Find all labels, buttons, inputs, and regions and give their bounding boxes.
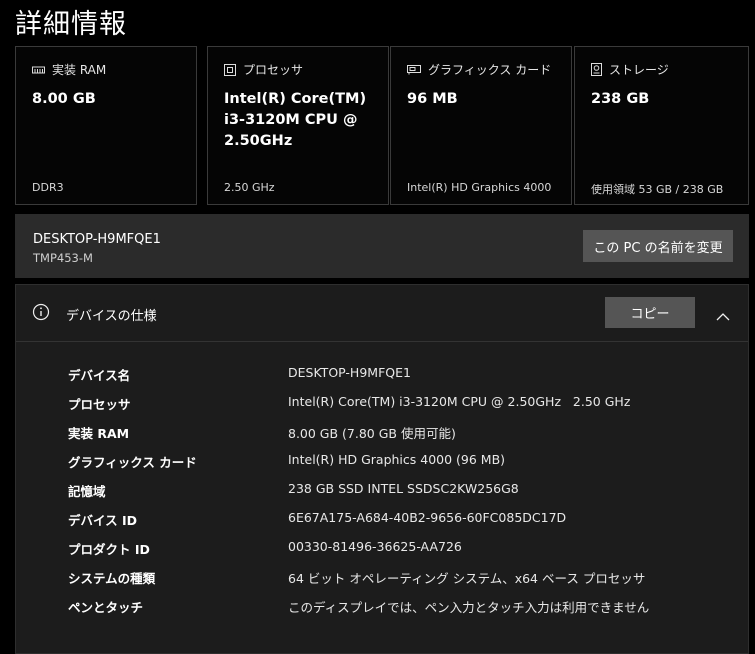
- cpu-icon: [224, 63, 236, 76]
- graphics-card-icon: [407, 64, 421, 75]
- spec-row-graphics: グラフィックス カード Intel(R) HD Graphics 4000 (9…: [16, 448, 748, 477]
- info-icon: [32, 303, 50, 325]
- spec-row-device-id: デバイス ID 6E67A175-A684-40B2-9656-60FC085D…: [16, 506, 748, 535]
- spec-key: グラフィックス カード: [68, 455, 197, 470]
- card-ram-value: 8.00 GB: [32, 91, 96, 107]
- spec-value: 64 ビット オペレーティング システム、x64 ベース プロセッサ: [288, 571, 646, 586]
- pc-model: TMP453-M: [33, 251, 93, 265]
- spec-key: デバイス ID: [68, 513, 138, 528]
- memory-icon: [32, 65, 45, 75]
- spec-rows: デバイス名 DESKTOP-H9MFQE1 プロセッサ Intel(R) Cor…: [16, 361, 748, 622]
- spec-key: ペンとタッチ: [68, 600, 144, 615]
- spec-key: システムの種類: [68, 571, 156, 586]
- card-storage-header: ストレージ: [591, 61, 669, 78]
- chevron-up-icon[interactable]: [716, 306, 730, 325]
- spec-value: このディスプレイでは、ペン入力とタッチ入力は利用できません: [288, 600, 650, 615]
- spec-key: 記憶域: [68, 484, 106, 499]
- device-specs-header[interactable]: デバイスの仕様 コピー: [16, 285, 748, 342]
- card-ram-label: 実装 RAM: [52, 63, 107, 77]
- copy-button[interactable]: コピー: [605, 297, 695, 328]
- card-storage-label: ストレージ: [609, 63, 669, 77]
- storage-icon: [591, 63, 602, 76]
- spec-value: 6E67A175-A684-40B2-9656-60FC085DC17D: [288, 510, 567, 525]
- card-ram-footer: DDR3: [32, 181, 64, 194]
- spec-key: 実装 RAM: [68, 426, 130, 441]
- card-ram-header: 実装 RAM: [32, 61, 106, 78]
- card-graphics-label: グラフィックス カード: [428, 63, 552, 77]
- card-processor-header: プロセッサ: [224, 61, 303, 78]
- spec-value: 238 GB SSD INTEL SSDSC2KW256G8: [288, 481, 519, 496]
- card-storage: ストレージ 238 GB 使用領域 53 GB / 238 GB: [574, 46, 749, 205]
- card-graphics-header: グラフィックス カード: [407, 61, 551, 78]
- spec-value: Intel(R) Core(TM) i3-3120M CPU @ 2.50GHz…: [288, 394, 631, 409]
- page-title: 詳細情報: [15, 9, 127, 40]
- device-name-bar: DESKTOP-H9MFQE1 TMP453-M この PC の名前を変更: [15, 214, 749, 278]
- card-storage-value: 238 GB: [591, 91, 650, 107]
- spec-value: DESKTOP-H9MFQE1: [288, 365, 411, 380]
- device-specs-panel: デバイスの仕様 コピー デバイス名 DESKTOP-H9MFQE1 プロセッサ …: [15, 284, 749, 654]
- summary-cards: 実装 RAM 8.00 GB DDR3 プロセッサ Intel(R) Core(…: [15, 46, 750, 206]
- card-storage-footer: 使用領域 53 GB / 238 GB: [591, 183, 724, 196]
- spec-value: 8.00 GB (7.80 GB 使用可能): [288, 426, 456, 441]
- spec-value: 00330-81496-36625-AA726: [288, 539, 462, 554]
- rename-pc-button[interactable]: この PC の名前を変更: [583, 230, 733, 262]
- spec-value: Intel(R) HD Graphics 4000 (96 MB): [288, 452, 506, 467]
- spec-row-system-type: システムの種類 64 ビット オペレーティング システム、x64 ベース プロセ…: [16, 564, 748, 593]
- card-processor-value: Intel(R) Core(TM) i3-3120M CPU @ 2.50GHz: [224, 91, 367, 149]
- spec-row-device-name: デバイス名 DESKTOP-H9MFQE1: [16, 361, 748, 390]
- card-graphics-footer: Intel(R) HD Graphics 4000: [407, 181, 552, 194]
- pc-name: DESKTOP-H9MFQE1: [33, 232, 161, 247]
- spec-row-storage: 記憶域 238 GB SSD INTEL SSDSC2KW256G8: [16, 477, 748, 506]
- spec-key: プロダクト ID: [68, 542, 150, 557]
- card-graphics: グラフィックス カード 96 MB Intel(R) HD Graphics 4…: [390, 46, 572, 205]
- spec-key: プロセッサ: [68, 397, 131, 412]
- device-specs-title: デバイスの仕様: [66, 309, 157, 324]
- spec-key: デバイス名: [68, 368, 131, 383]
- card-processor: プロセッサ Intel(R) Core(TM) i3-3120M CPU @ 2…: [207, 46, 389, 205]
- spec-row-pen-touch: ペンとタッチ このディスプレイでは、ペン入力とタッチ入力は利用できません: [16, 593, 748, 622]
- card-ram: 実装 RAM 8.00 GB DDR3: [15, 46, 197, 205]
- card-processor-footer: 2.50 GHz: [224, 181, 275, 194]
- spec-row-ram: 実装 RAM 8.00 GB (7.80 GB 使用可能): [16, 419, 748, 448]
- card-processor-label: プロセッサ: [243, 63, 304, 77]
- spec-row-product-id: プロダクト ID 00330-81496-36625-AA726: [16, 535, 748, 564]
- spec-row-processor: プロセッサ Intel(R) Core(TM) i3-3120M CPU @ 2…: [16, 390, 748, 419]
- card-graphics-value: 96 MB: [407, 91, 458, 107]
